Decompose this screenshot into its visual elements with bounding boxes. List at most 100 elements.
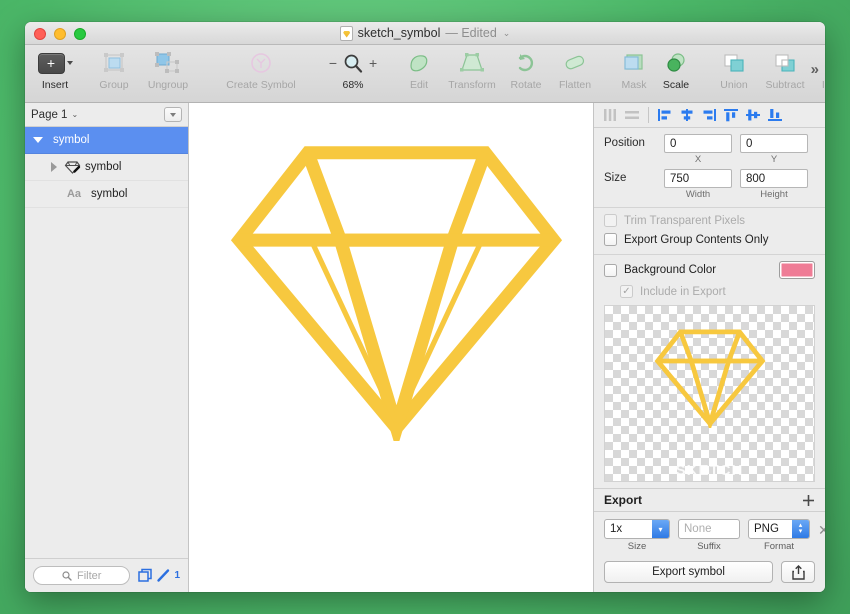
toolbar-label-rotate: Rotate	[511, 79, 542, 91]
align-middle-v-icon[interactable]	[743, 106, 763, 124]
export-suffix-caption: Suffix	[697, 541, 721, 552]
magnifier-icon[interactable]	[343, 53, 363, 73]
toolbar-overflow-button[interactable]: »	[811, 61, 819, 78]
close-x-icon[interactable]: ✕	[818, 522, 825, 539]
toolbar-label-transform: Transform	[448, 79, 495, 91]
toolbar-label-edit: Edit	[410, 79, 428, 91]
page-menu-button[interactable]	[164, 107, 182, 122]
disclosure-right-icon[interactable]	[47, 162, 61, 172]
toolbar-item-insert[interactable]: + Insert	[31, 49, 79, 91]
align-left-icon[interactable]	[655, 106, 675, 124]
align-top-icon[interactable]	[721, 106, 741, 124]
chevron-down-icon[interactable]: ⌄	[503, 28, 511, 39]
titlebar: sketch_symbol — Edited ⌄	[25, 22, 825, 45]
export-size-caption: Size	[628, 541, 646, 552]
sidebar-footer-icons: 1	[138, 568, 180, 583]
toolbar-item-edit[interactable]: Edit	[397, 49, 441, 91]
mask-icon	[622, 49, 646, 77]
size-height-input[interactable]: 800	[740, 169, 808, 188]
maximize-button[interactable]	[74, 28, 86, 40]
rotate-icon	[514, 49, 538, 77]
ungroup-icon	[154, 49, 182, 77]
zoom-in-button[interactable]: +	[369, 55, 377, 71]
filter-input[interactable]: Filter	[33, 566, 130, 585]
background-color-swatch[interactable]	[779, 261, 815, 279]
layer-row-text[interactable]: Aa symbol	[25, 181, 188, 208]
export-preview: SKETCH	[604, 305, 815, 482]
toolbar-label-intersect: Intersect	[822, 79, 825, 91]
canvas-area[interactable]	[189, 103, 593, 592]
distribute-horizontal-icon[interactable]	[600, 106, 620, 124]
toolbar-item-scale[interactable]: Scale	[655, 49, 697, 91]
export-suffix-group: None Suffix	[678, 519, 740, 552]
page-name-label[interactable]: Page 1	[31, 109, 67, 121]
position-row: Position 0 X 0 Y	[594, 128, 825, 167]
plus-icon[interactable]	[802, 494, 815, 507]
background-color-checkbox[interactable]	[604, 264, 617, 277]
minimize-button[interactable]	[54, 28, 66, 40]
position-x-input[interactable]: 0	[664, 134, 732, 153]
export-group-contents-checkbox[interactable]	[604, 233, 617, 246]
insert-icon-wrap: +	[38, 49, 73, 77]
position-y-field-group: 0 Y	[740, 134, 808, 165]
toolbar-item-union[interactable]: Union	[711, 49, 757, 91]
trim-transparent-pixels-checkbox	[604, 214, 617, 227]
size-width-input[interactable]: 750	[664, 169, 732, 188]
include-in-export-label: Include in Export	[640, 286, 726, 298]
toolbar-label-mask: Mask	[621, 79, 646, 91]
layer-row-group[interactable]: symbol	[25, 127, 188, 154]
align-bottom-icon[interactable]	[765, 106, 785, 124]
export-format-select[interactable]: PNG ▴▾	[748, 519, 810, 539]
traffic-lights	[34, 28, 86, 40]
stepper-icon: ▴▾	[792, 520, 809, 538]
disclosure-down-icon[interactable]	[31, 137, 45, 143]
toolbar-item-create-symbol[interactable]: Create Symbol	[219, 49, 303, 91]
position-x-caption: X	[695, 154, 701, 165]
distribute-vertical-icon[interactable]	[622, 106, 642, 124]
zoom-control[interactable]: − + 68%	[325, 49, 381, 91]
chevron-down-icon[interactable]: ⌄	[71, 110, 78, 119]
background-color-row[interactable]: Background Color	[594, 258, 825, 282]
align-right-icon[interactable]	[699, 106, 719, 124]
group-icon	[101, 49, 127, 77]
window-title: sketch_symbol — Edited ⌄	[25, 26, 825, 41]
align-center-h-icon[interactable]	[677, 106, 697, 124]
window-body: Page 1 ⌄ symbol	[25, 103, 825, 592]
export-preview-wrap: SKETCH	[594, 301, 825, 482]
duplicate-icon[interactable]	[138, 568, 153, 583]
toolbar-item-rotate[interactable]: Rotate	[503, 49, 549, 91]
preview-caption: SKETCH	[605, 462, 814, 479]
pen-icon[interactable]	[156, 568, 171, 583]
document-title: sketch_symbol	[358, 26, 441, 40]
layer-name: symbol	[91, 188, 127, 200]
export-suffix-input[interactable]: None	[678, 519, 740, 539]
export-symbol-button[interactable]: Export symbol	[604, 561, 773, 583]
position-y-caption: Y	[771, 154, 777, 165]
toolbar-item-transform[interactable]: Transform	[441, 49, 503, 91]
chevron-down-icon: ▾	[652, 520, 669, 538]
toolbar-item-subtract[interactable]: Subtract	[757, 49, 813, 91]
toolbar-item-mask[interactable]: Mask	[613, 49, 655, 91]
toolbar-item-flatten[interactable]: Flatten	[549, 49, 601, 91]
layer-row-shape[interactable]: symbol	[25, 154, 188, 181]
divider	[594, 207, 825, 208]
background-color-label: Background Color	[624, 264, 716, 276]
export-group-contents-row[interactable]: Export Group Contents Only	[594, 230, 825, 249]
share-icon	[792, 565, 805, 580]
export-title: Export	[604, 493, 642, 507]
toolbar-item-group[interactable]: Group	[89, 49, 139, 91]
toolbar-label-ungroup: Ungroup	[148, 79, 188, 91]
divider	[594, 254, 825, 255]
zoom-out-button[interactable]: −	[329, 55, 337, 71]
trim-transparent-pixels-row[interactable]: Trim Transparent Pixels	[594, 211, 825, 230]
share-button[interactable]	[781, 561, 815, 583]
include-in-export-row: Include in Export	[594, 282, 825, 301]
export-size-select[interactable]: 1x ▾	[604, 519, 670, 539]
close-button[interactable]	[34, 28, 46, 40]
export-section-header: Export	[594, 488, 825, 512]
app-window: sketch_symbol — Edited ⌄ + Insert	[25, 22, 825, 592]
sketch-diamond-logo[interactable]	[229, 141, 564, 441]
position-y-input[interactable]: 0	[740, 134, 808, 153]
layer-count-badge: 1	[174, 570, 180, 581]
toolbar-item-ungroup[interactable]: Ungroup	[139, 49, 197, 91]
